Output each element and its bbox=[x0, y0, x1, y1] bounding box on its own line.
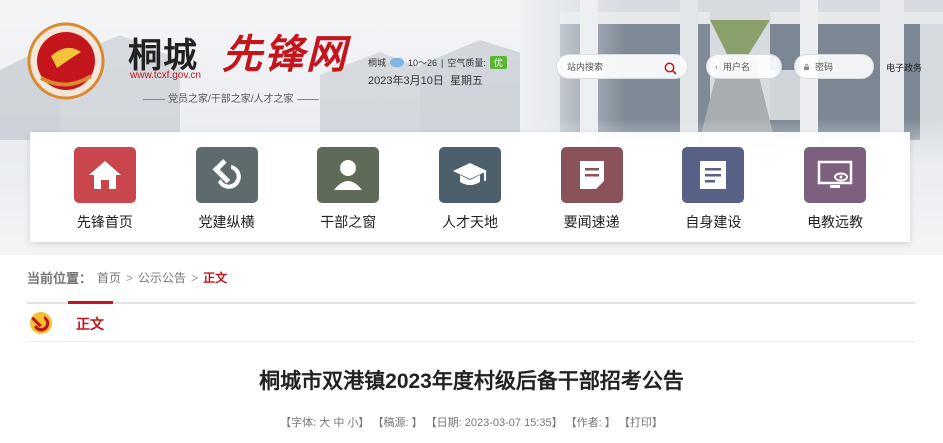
weather-widget: 桐城 10～26 | 空气质量: 优 bbox=[368, 56, 507, 69]
nav-tile bbox=[560, 147, 623, 203]
lock-icon bbox=[804, 63, 809, 70]
breadcrumb-home-link[interactable]: 首页 bbox=[97, 269, 121, 286]
main-nav: 先锋首页 党建纵横 干部之窗 人才天地 要闻速递 自身建设 电教远教 bbox=[30, 132, 910, 242]
site-logo-emblem bbox=[27, 22, 105, 100]
section-divider bbox=[27, 302, 915, 304]
section-rule bbox=[27, 341, 915, 342]
font-large-button[interactable]: 大 bbox=[319, 417, 330, 429]
print-button[interactable]: 【打印】 bbox=[619, 417, 663, 429]
breadcrumb-separator: > bbox=[126, 270, 134, 285]
article-meta: 【字体: 大 中 小】 【稿源: 】 【日期: 2023-03-07 15:35… bbox=[0, 414, 943, 430]
home-icon bbox=[88, 161, 121, 189]
password-field-wrapper bbox=[794, 54, 874, 79]
user-icon bbox=[715, 65, 718, 68]
weather-city: 桐城 bbox=[368, 58, 387, 68]
nav-item-cadre-window[interactable]: 干部之窗 bbox=[293, 132, 403, 232]
breadcrumb-notice-link[interactable]: 公示公告 bbox=[138, 269, 186, 286]
weather-temp: 10～26 bbox=[408, 58, 438, 68]
nav-item-party-building[interactable]: 党建纵横 bbox=[172, 132, 282, 232]
breadcrumb-title: 当前位置： bbox=[27, 271, 93, 286]
nav-tile bbox=[73, 147, 136, 203]
article-title: 桐城市双港镇2023年度村级后备干部招考公告 bbox=[259, 370, 684, 393]
current-weekday: 星期五 bbox=[449, 75, 483, 87]
current-date: 2023年3月10日 bbox=[368, 75, 444, 87]
air-quality-badge: 优 bbox=[489, 56, 507, 69]
e-gov-link[interactable]: 电子政务 bbox=[886, 61, 922, 74]
cloud-icon bbox=[390, 58, 405, 67]
nav-tile bbox=[195, 147, 258, 203]
section-active-indicator bbox=[68, 301, 113, 304]
nav-item-news[interactable]: 要闻速递 bbox=[537, 132, 647, 232]
hammer-sickle-icon bbox=[212, 159, 241, 189]
nav-item-e-education[interactable]: 电教远教 bbox=[780, 132, 890, 232]
nav-item-talent[interactable]: 人才天地 bbox=[415, 132, 525, 232]
nav-label: 干部之窗 bbox=[320, 214, 377, 230]
site-header: 桐城 先锋网 www.tcxf.gov.cn 党员之家/干部之家/人才之家 桐城… bbox=[0, 0, 943, 255]
font-size-label: 【字体: bbox=[280, 417, 317, 429]
nav-label: 党建纵横 bbox=[198, 214, 255, 230]
nav-label: 人才天地 bbox=[441, 214, 498, 230]
password-input[interactable] bbox=[815, 61, 865, 72]
section-title: 正文 bbox=[76, 316, 104, 332]
document-icon bbox=[579, 161, 604, 189]
site-tagline: 党员之家/干部之家/人才之家 bbox=[140, 90, 322, 105]
article-source: 【稿源: 】 bbox=[372, 417, 423, 429]
nav-label: 要闻速递 bbox=[563, 214, 620, 230]
graduation-cap-icon bbox=[452, 163, 487, 185]
nav-tile bbox=[804, 147, 867, 203]
nav-item-home[interactable]: 先锋首页 bbox=[50, 132, 160, 232]
article-author: 【作者: 】 bbox=[565, 417, 616, 429]
search-icon[interactable] bbox=[664, 60, 677, 75]
nav-tile bbox=[682, 147, 745, 203]
weather-divider: | bbox=[441, 57, 444, 68]
site-slogan: 先锋网 bbox=[222, 31, 348, 78]
air-quality-label: 空气质量: bbox=[447, 58, 486, 68]
nav-label: 电教远教 bbox=[807, 214, 864, 230]
search-input[interactable] bbox=[567, 61, 662, 72]
user-icon bbox=[334, 160, 363, 190]
breadcrumb-current: 正文 bbox=[203, 271, 228, 285]
nav-tile bbox=[317, 147, 380, 203]
username-input[interactable] bbox=[723, 61, 773, 72]
font-medium-button[interactable]: 中 bbox=[333, 417, 344, 429]
breadcrumb: 当前位置： 首页 > 公示公告 > 正文 bbox=[27, 268, 227, 287]
date-line: 2023年3月10日 星期五 bbox=[368, 72, 483, 88]
site-search bbox=[556, 54, 688, 79]
nav-label: 先锋首页 bbox=[76, 214, 133, 230]
monitor-icon bbox=[817, 160, 853, 188]
font-small-button[interactable]: 小】 bbox=[347, 417, 369, 429]
username-field-wrapper bbox=[706, 54, 782, 79]
breadcrumb-separator: > bbox=[191, 270, 199, 285]
site-url: www.tcxf.gov.cn bbox=[130, 70, 201, 81]
article-date: 【日期: 2023-03-07 15:35】 bbox=[425, 417, 563, 429]
nav-item-self-building[interactable]: 自身建设 bbox=[658, 132, 768, 232]
nav-label: 自身建设 bbox=[685, 214, 742, 230]
notebook-icon bbox=[700, 161, 727, 189]
nav-tile bbox=[438, 147, 501, 203]
party-emblem-icon bbox=[30, 312, 52, 334]
